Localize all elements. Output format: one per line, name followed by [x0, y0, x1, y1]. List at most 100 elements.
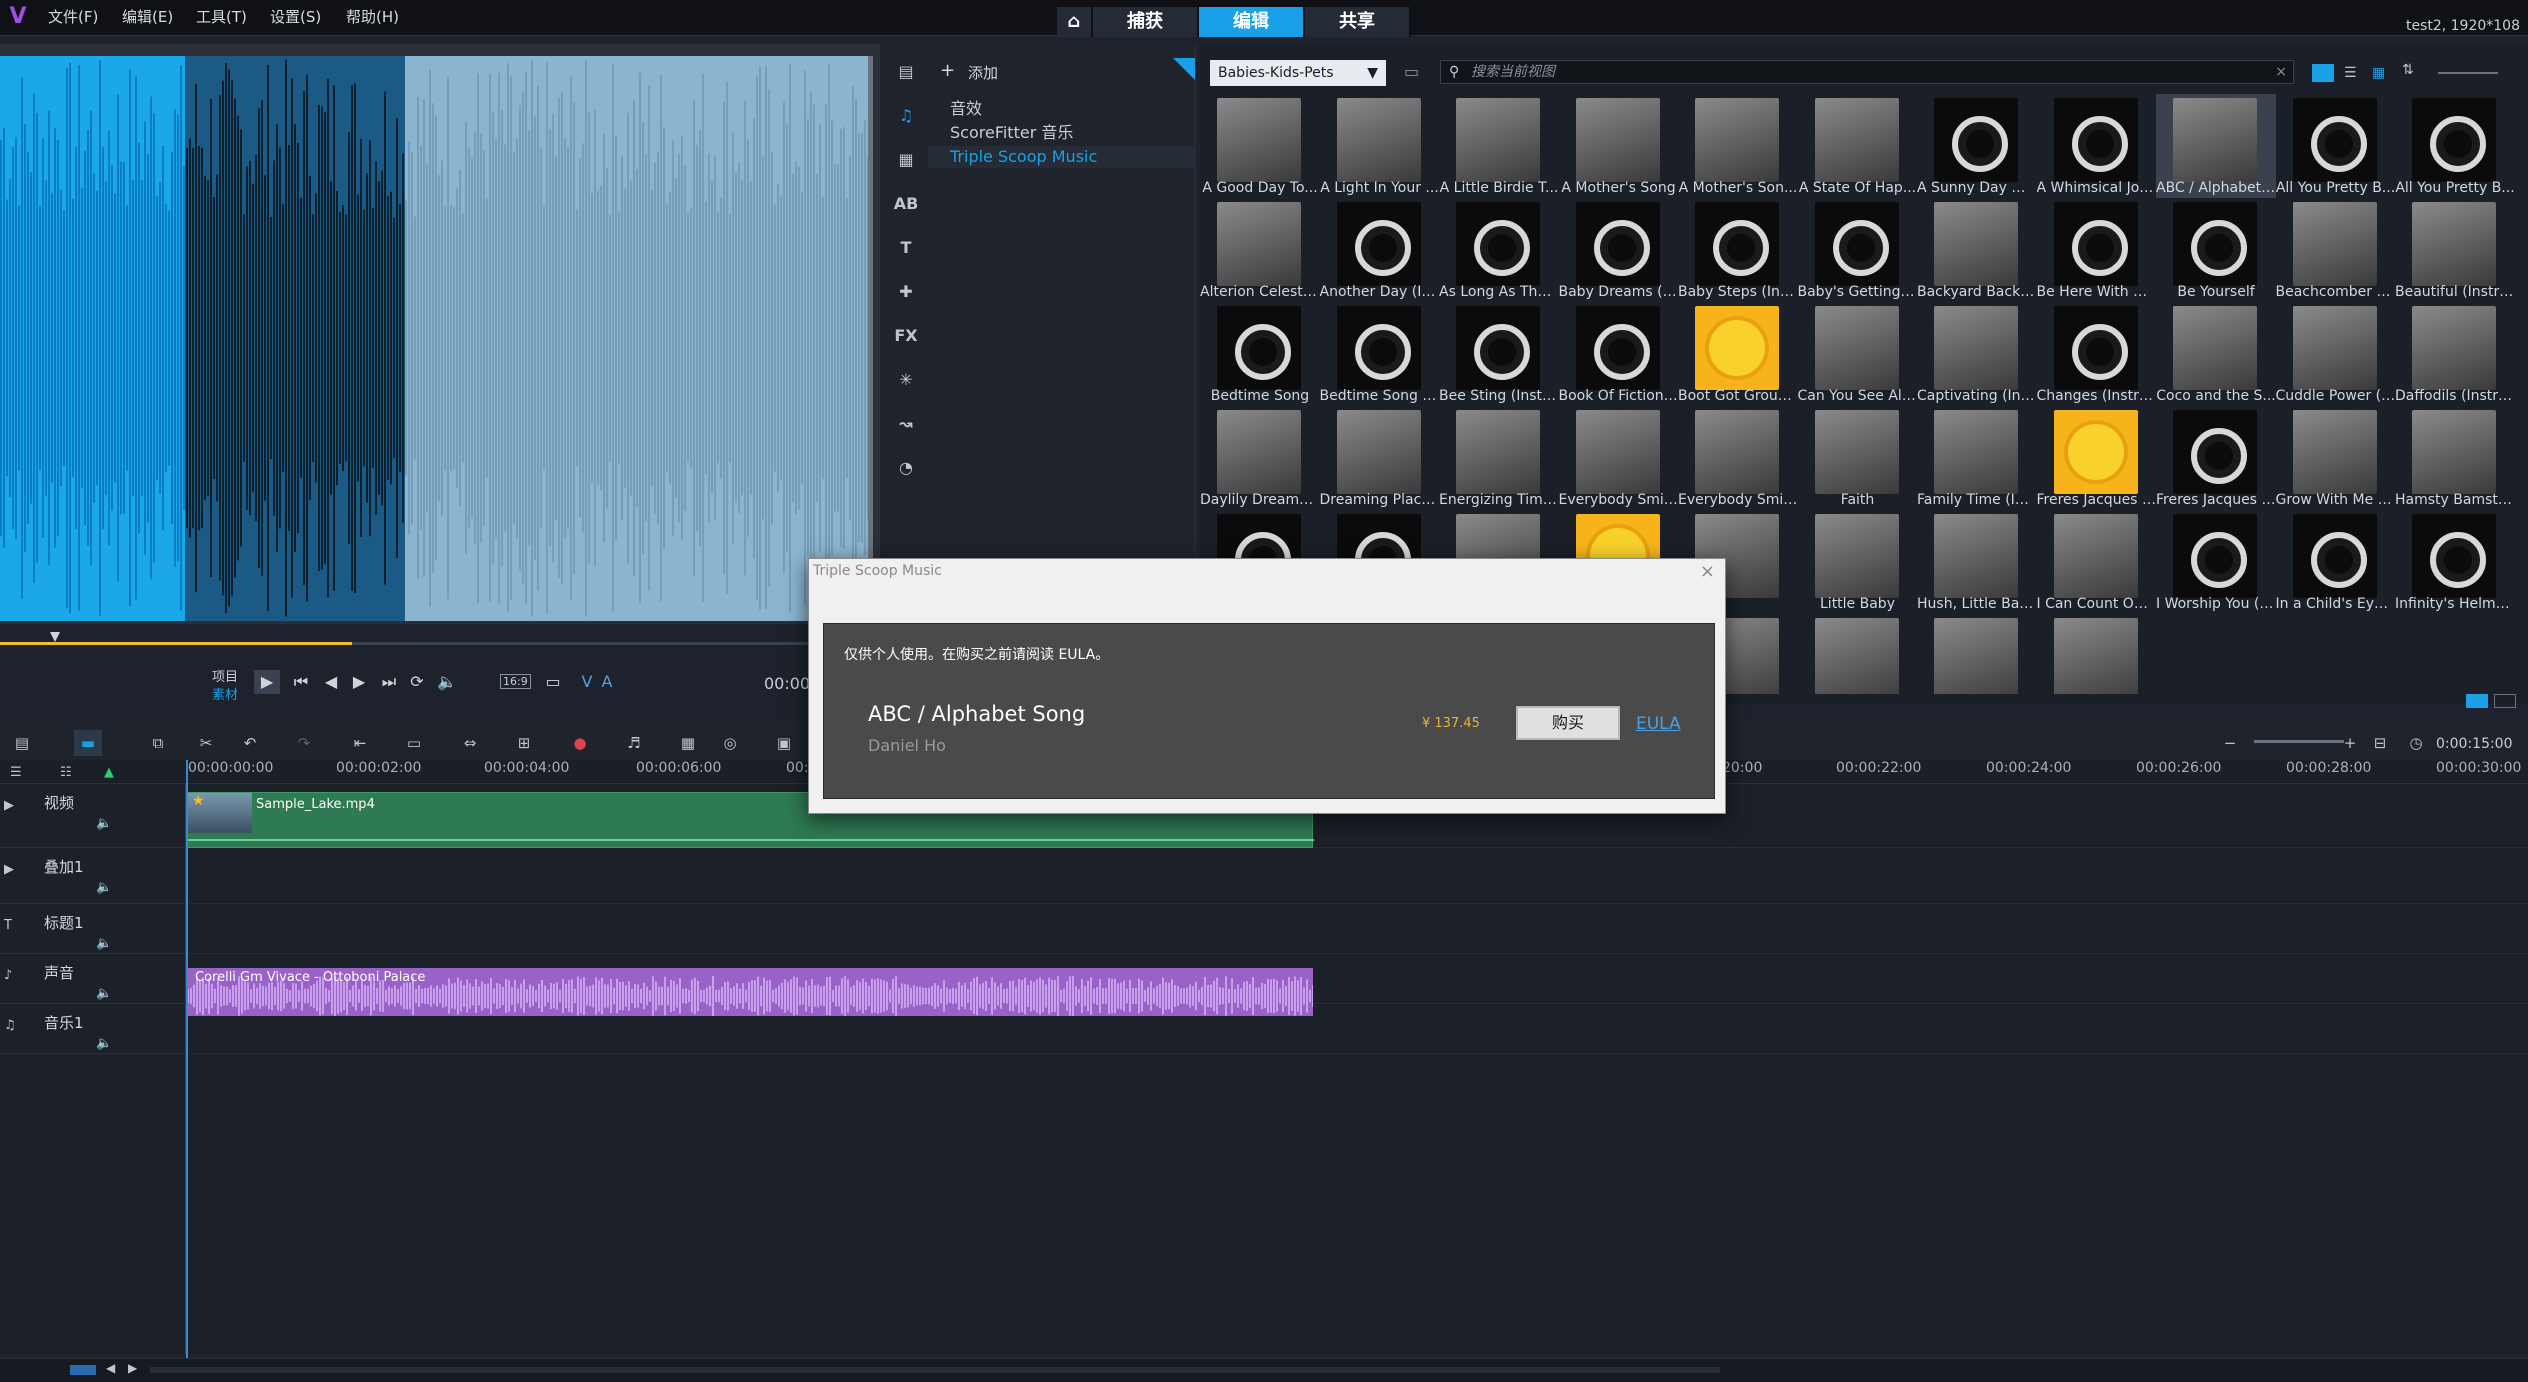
zoom-out-icon[interactable]: − — [2216, 730, 2244, 756]
list-view-icon[interactable]: ☰ — [2344, 64, 2366, 82]
library-item[interactable]: Boot Got Groun... — [1678, 302, 1798, 406]
library-item[interactable]: Backyard Backs... — [1917, 198, 2037, 302]
previous-frame-icon[interactable]: ◀ — [318, 670, 344, 694]
library-item[interactable]: Bedtime Song — [1200, 302, 1320, 406]
library-item[interactable]: Daylily Dreamer... — [1200, 406, 1320, 510]
buy-button[interactable]: 购买 — [1516, 706, 1620, 740]
library-item[interactable]: Beautiful (Instru... — [2395, 198, 2515, 302]
library-item[interactable]: Family Time (Ins... — [1917, 406, 2037, 510]
sort-icon[interactable]: ⇅ — [2402, 62, 2424, 82]
resize-icon[interactable]: ⊞ — [510, 730, 538, 756]
library-item[interactable]: Everybody Smil... — [1678, 406, 1798, 510]
copy-icon[interactable]: ⧉ — [144, 730, 172, 756]
library-item[interactable]: All You Pretty B... — [2276, 94, 2396, 198]
library-item[interactable]: Freres Jacques (... — [2156, 406, 2276, 510]
track-header[interactable]: ♫ 音乐1 🔈 — [0, 1004, 186, 1054]
audio-mixer-icon[interactable]: ♬ — [620, 730, 648, 756]
home-icon[interactable]: ⌂ — [1057, 7, 1093, 37]
library-item[interactable] — [1917, 614, 2037, 694]
track-header[interactable]: ♪ 声音 🔈 — [0, 954, 186, 1004]
title-icon[interactable]: T — [892, 234, 920, 262]
library-item[interactable]: Freres Jacques (... — [2037, 406, 2157, 510]
library-item[interactable]: Grow With Me (I... — [2276, 406, 2396, 510]
details-view-icon[interactable]: ▦ — [2372, 64, 2394, 82]
mark-out-icon[interactable]: A — [594, 670, 620, 694]
next-frame-icon[interactable]: ▶ — [346, 670, 372, 694]
motion-icon[interactable]: ↝ — [892, 410, 920, 438]
project-duration[interactable]: 0:00:15:00 — [2436, 736, 2513, 752]
track-header[interactable]: T 标题1 🔈 — [0, 904, 186, 954]
go-start-icon[interactable]: ⏮ — [288, 670, 314, 694]
library-item[interactable]: Coco and the S... — [2156, 302, 2276, 406]
zoom-in-icon[interactable]: + — [2336, 730, 2364, 756]
library-item[interactable]: Changes (Instru... — [2037, 302, 2157, 406]
preview-timecode[interactable]: 00:00 — [764, 674, 810, 693]
library-item[interactable]: I Can Count On ... — [2037, 510, 2157, 614]
chapter-icon[interactable]: ☷ — [60, 765, 72, 780]
tools-icon[interactable]: ✂ — [192, 730, 220, 756]
eula-link[interactable]: EULA — [1636, 714, 1681, 734]
library-item[interactable]: Baby's Getting Up — [1798, 198, 1918, 302]
library-item[interactable]: Bedtime Song (I... — [1320, 302, 1440, 406]
thumbnail-size-slider[interactable] — [2438, 72, 2498, 74]
library-item[interactable]: Hamsty Bamsty ... — [2395, 406, 2515, 510]
track-header[interactable]: ▶ 视频 🔈 — [0, 784, 186, 848]
folder-icon[interactable]: ▭ — [1404, 62, 1426, 82]
speed-icon[interactable]: ◔ — [892, 454, 920, 482]
panel-toggle-icon[interactable] — [2466, 694, 2488, 708]
library-item[interactable]: A Sunny Day Wi... — [1917, 94, 2037, 198]
go-end-icon[interactable]: ⏭ — [376, 670, 402, 694]
library-item[interactable]: Be Yourself — [2156, 198, 2276, 302]
subtitle-icon[interactable]: ▣ — [770, 730, 798, 756]
library-item[interactable]: A Light In Your ... — [1320, 94, 1440, 198]
menu-help[interactable]: 帮助(H) — [340, 5, 405, 29]
timeline-view-icon[interactable]: ▬ — [74, 730, 102, 756]
library-item[interactable]: Infinity's Helmet... — [2395, 510, 2515, 614]
library-item[interactable]: Daffodils (Instru... — [2395, 302, 2515, 406]
library-item[interactable]: Baby Dreams (Li... — [1559, 198, 1679, 302]
display-mode-icon[interactable]: ▭ — [540, 670, 566, 694]
project-mode-label[interactable]: 项目 — [212, 666, 238, 685]
media-icon[interactable]: ▤ — [892, 58, 920, 86]
library-item[interactable]: Beachcomber (I... — [2276, 198, 2396, 302]
record-icon[interactable]: ● — [566, 730, 594, 756]
horizontal-scrollbar[interactable] — [150, 1367, 1720, 1373]
library-item[interactable]: Everybody Smile! — [1559, 406, 1679, 510]
pin-icon[interactable] — [1173, 58, 1195, 80]
thumbnail-view-icon[interactable] — [2312, 64, 2334, 82]
track-volume-icon[interactable]: 🔈 — [96, 986, 112, 1001]
redo-icon[interactable]: ↷ — [290, 730, 318, 756]
instant-project-icon[interactable]: ▦ — [892, 146, 920, 174]
library-item[interactable]: Captivating (Inst... — [1917, 302, 2037, 406]
aspect-ratio-button[interactable]: 16:9 — [500, 674, 531, 689]
volume-icon[interactable]: 🔈 — [434, 670, 460, 694]
transition-icon[interactable]: AB — [892, 190, 920, 218]
library-item[interactable]: Hush, Little Bab... — [1917, 510, 2037, 614]
library-item[interactable]: Book Of Fiction ... — [1559, 302, 1679, 406]
graphic-icon[interactable]: ✚ — [892, 278, 920, 306]
library-item[interactable]: A Mother's Son... — [1678, 94, 1798, 198]
library-item[interactable]: In a Child's Eyes ... — [2276, 510, 2396, 614]
track-row[interactable] — [186, 848, 2528, 904]
library-item[interactable]: It's A Big World — [2515, 510, 2521, 614]
storyboard-view-icon[interactable]: ▤ — [8, 730, 36, 756]
menu-settings[interactable]: 设置(S) — [264, 5, 327, 29]
scroll-right-icon[interactable]: ▶ — [128, 1361, 137, 1375]
tree-item-sound-effects[interactable]: 音效 — [950, 98, 982, 120]
library-item[interactable]: I Worship You (I... — [2156, 510, 2276, 614]
clear-search-icon[interactable]: × — [2275, 61, 2287, 83]
library-item[interactable]: A State Of Hap... — [1798, 94, 1918, 198]
path-icon[interactable]: ✳ — [892, 366, 920, 394]
playhead-marker-icon[interactable] — [50, 632, 60, 642]
library-item[interactable]: Little Baby — [1798, 510, 1918, 614]
library-item[interactable]: A Little Birdie T... — [1439, 94, 1559, 198]
crop-icon[interactable]: ▭ — [400, 730, 428, 756]
library-item[interactable]: All You Pretty B... — [2395, 94, 2515, 198]
clock-icon[interactable]: ◷ — [2402, 730, 2430, 756]
library-item[interactable]: As Long As Thes... — [1439, 198, 1559, 302]
repeat-icon[interactable]: ⟳ — [404, 670, 430, 694]
library-item[interactable]: A Mother's Song — [1559, 94, 1679, 198]
library-item[interactable]: A Good Day To... — [1200, 94, 1320, 198]
panel-toggle-2-icon[interactable] — [2494, 694, 2516, 708]
library-item[interactable]: Cuddle Power (I... — [2276, 302, 2396, 406]
